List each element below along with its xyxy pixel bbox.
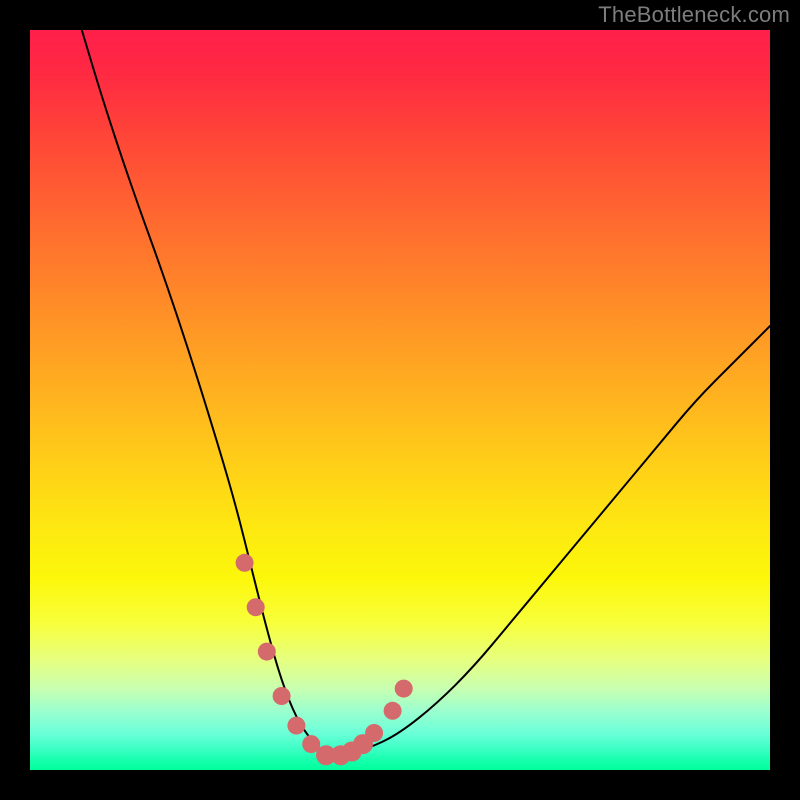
marker-point [258,643,276,661]
marker-group [236,554,413,765]
marker-point [273,687,291,705]
chart-frame: TheBottleneck.com [0,0,800,800]
bottleneck-curve [82,30,770,755]
watermark-text: TheBottleneck.com [598,2,790,28]
marker-point [365,724,383,742]
marker-point [287,717,305,735]
curve-layer [30,30,770,770]
marker-point [384,702,402,720]
plot-area [30,30,770,770]
marker-point [236,554,254,572]
marker-point [395,680,413,698]
marker-point [247,598,265,616]
